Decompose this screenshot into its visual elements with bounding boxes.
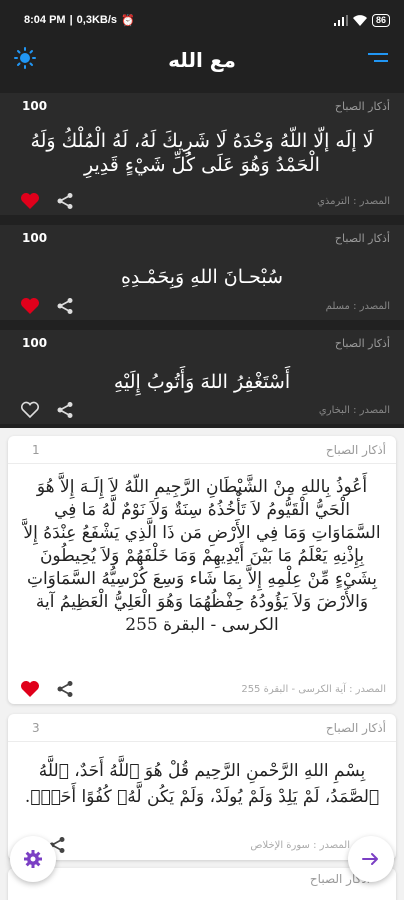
- dhikr-text: أَسْتَغْفِرُ اللهَ وَأَتُوبُ إِلَيْهِ: [113, 371, 291, 393]
- status-speed: 0,3KB/s: [76, 14, 118, 26]
- wifi-icon: [352, 14, 367, 26]
- menu-button[interactable]: [367, 50, 390, 70]
- repeat-count: 100: [22, 336, 48, 350]
- battery-badge: 86: [371, 13, 390, 27]
- dhikr-text: سُبْحـانَ اللهِ وَبِحَمْـدِهِ: [120, 266, 284, 288]
- app-bar: مع الله: [0, 40, 404, 80]
- card-source: المصدر : الترمذي: [317, 195, 390, 207]
- heart-icon[interactable]: [20, 680, 40, 698]
- status-bar: 8:04 PM | 0,3KB/s ⏰ 86: [0, 0, 404, 40]
- dhikr-card-light[interactable]: 3 أذكار الصباح بِسْمِ اللهِ الرَّحْمنِ ا…: [8, 714, 396, 860]
- share-icon[interactable]: [56, 192, 74, 210]
- heart-icon[interactable]: [20, 192, 40, 210]
- dhikr-card-light[interactable]: أذكار الصباح: [8, 868, 396, 900]
- dhikr-text: لَا إلَه إلّا اللّهُ وَحْدَهُ لَا شَرِيك…: [30, 130, 374, 176]
- card-category: أذكار الصباح: [325, 442, 386, 457]
- card-source: المصدر : البخاري: [318, 404, 390, 416]
- dhikr-card[interactable]: 100 أذكار الصباح سُبْحـانَ اللهِ وَبِحَم…: [0, 225, 404, 320]
- dhikr-text: بِسْمِ اللهِ الرَّحْمنِ الرَّحِيم قُلْ ه…: [24, 761, 380, 807]
- signal-icon: [333, 14, 348, 26]
- alarm-icon: ⏰: [121, 14, 135, 27]
- card-number: 1: [32, 442, 40, 457]
- share-icon[interactable]: [56, 297, 74, 315]
- share-icon[interactable]: [56, 680, 74, 698]
- card-category: أذكار الصباح: [309, 872, 370, 886]
- heart-outline-icon[interactable]: [20, 401, 40, 419]
- share-icon[interactable]: [56, 401, 74, 419]
- page-title: مع الله: [168, 48, 236, 72]
- next-button[interactable]: [348, 836, 394, 882]
- repeat-count: 100: [22, 231, 48, 245]
- sun-icon: [14, 47, 36, 69]
- dhikr-card[interactable]: 100 أذكار الصباح أَسْتَغْفِرُ اللهَ وَأَ…: [0, 330, 404, 424]
- dhikr-text: أَعُوذُ بِاللهِ مِنْ الشَّيْطَانِ الرَّج…: [23, 477, 381, 635]
- theme-toggle-button[interactable]: [14, 47, 36, 73]
- repeat-count: 100: [22, 99, 48, 113]
- card-category: أذكار الصباح: [325, 720, 386, 735]
- menu-icon: [367, 53, 388, 62]
- settings-button[interactable]: [10, 836, 56, 882]
- arrow-right-icon: [362, 853, 378, 865]
- status-right: 86: [333, 13, 390, 27]
- dhikr-card[interactable]: 100 أذكار الصباح لَا إلَه إلّا اللّهُ وَ…: [0, 93, 404, 215]
- card-number: 3: [32, 720, 40, 735]
- dhikr-card-light[interactable]: 1 أذكار الصباح أَعُوذُ بِاللهِ مِنْ الشَ…: [8, 436, 396, 704]
- heart-icon[interactable]: [20, 297, 40, 315]
- card-category: أذكار الصباح: [334, 99, 390, 113]
- status-left: 8:04 PM | 0,3KB/s ⏰: [24, 14, 135, 27]
- card-source: المصدر : مسلم: [325, 300, 390, 312]
- card-category: أذكار الصباح: [334, 336, 390, 350]
- status-time: 8:04 PM: [24, 14, 66, 26]
- gear-icon: [24, 850, 42, 868]
- card-category: أذكار الصباح: [334, 231, 390, 245]
- card-source: المصدر : آية الكرسى - البقرة 255: [241, 683, 386, 695]
